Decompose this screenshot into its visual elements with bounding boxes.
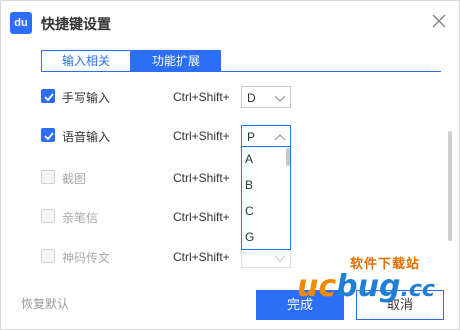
- check-icon: [44, 93, 54, 102]
- done-button[interactable]: 完成: [256, 290, 344, 320]
- key-dropdown-list: A B C G: [241, 146, 291, 250]
- handwriting-modifiers: Ctrl+Shift+: [173, 90, 230, 104]
- app-logo: du: [10, 12, 32, 34]
- dialog-title: 快捷键设置: [41, 16, 111, 32]
- screenshot-modifiers: Ctrl+Shift+: [173, 171, 230, 185]
- check-icon: [44, 132, 54, 141]
- dropdown-option-g[interactable]: G: [245, 230, 254, 244]
- voice-modifiers: Ctrl+Shift+: [173, 129, 230, 143]
- cancel-button[interactable]: 取消: [356, 290, 444, 320]
- dropdown-scrollbar[interactable]: [286, 148, 290, 166]
- transfer-modifiers: Ctrl+Shift+: [173, 250, 230, 264]
- handwriting-checkbox[interactable]: [41, 89, 55, 103]
- shortcut-settings-dialog: du 快捷键设置 输入相关 功能扩展 手写输入 Ctrl+Shift+ D 语音…: [0, 0, 460, 330]
- voice-checkbox[interactable]: [41, 128, 55, 142]
- chevron-down-icon: [274, 95, 286, 102]
- transfer-checkbox[interactable]: [41, 249, 55, 263]
- tab-divider: [41, 71, 441, 72]
- transfer-label: 神码传文: [62, 251, 111, 265]
- close-button[interactable]: [429, 11, 449, 31]
- letter-modifiers: Ctrl+Shift+: [173, 210, 230, 224]
- settings-scrollbar[interactable]: [448, 131, 452, 241]
- tab-feature-extensions[interactable]: 功能扩展: [131, 50, 221, 72]
- voice-key-select[interactable]: P: [241, 125, 291, 147]
- voice-key-value: P: [247, 130, 256, 144]
- handwriting-label: 手写输入: [62, 91, 111, 105]
- handwriting-key-select[interactable]: D: [241, 86, 291, 108]
- tab-bar: 输入相关 功能扩展: [41, 50, 221, 72]
- close-icon: [432, 14, 446, 28]
- shortcut-row-handwriting: 手写输入 Ctrl+Shift+ D: [41, 86, 441, 108]
- letter-label: 亲笔信: [62, 211, 99, 225]
- screenshot-label: 截图: [62, 172, 87, 186]
- restore-defaults-link[interactable]: 恢复默认: [21, 295, 69, 312]
- chevron-up-icon: [274, 134, 286, 141]
- voice-label: 语音输入: [62, 130, 111, 144]
- shortcut-row-voice: 语音输入 Ctrl+Shift+ P: [41, 125, 441, 147]
- tab-input-related[interactable]: 输入相关: [41, 50, 131, 72]
- handwriting-key-value: D: [247, 91, 256, 105]
- dropdown-option-a[interactable]: A: [245, 152, 253, 166]
- chevron-down-icon: [274, 255, 286, 262]
- letter-checkbox[interactable]: [41, 209, 55, 223]
- dropdown-option-b[interactable]: B: [245, 178, 253, 192]
- dropdown-option-c[interactable]: C: [245, 204, 254, 218]
- screenshot-checkbox[interactable]: [41, 170, 55, 184]
